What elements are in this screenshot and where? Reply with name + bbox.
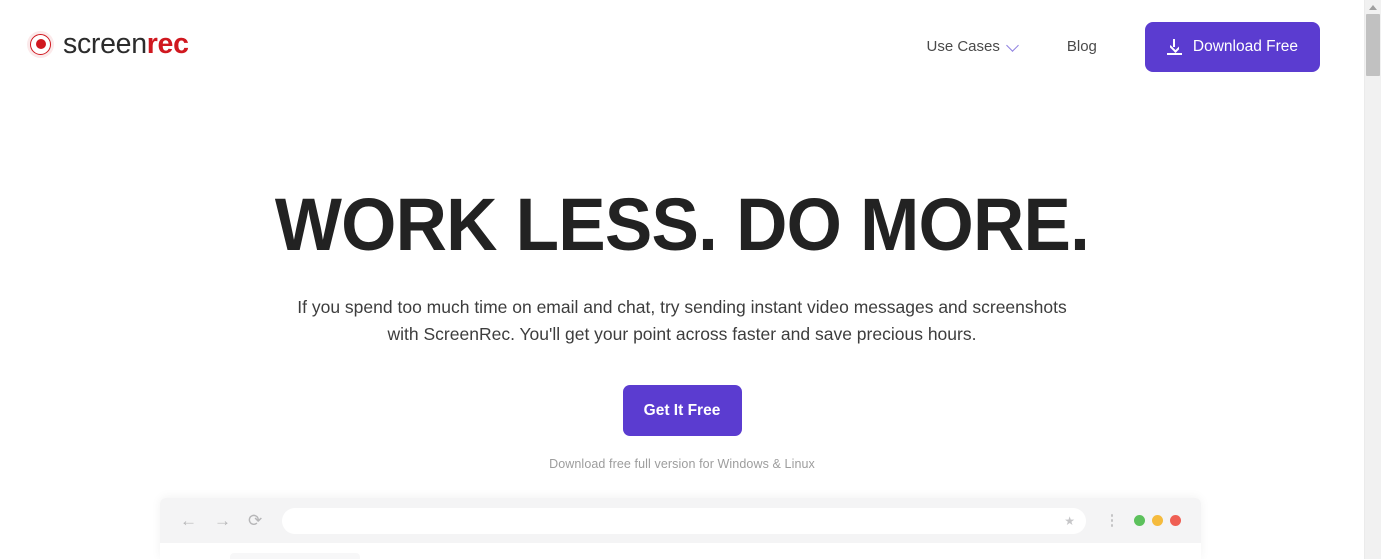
- browser-nav-icons: ← → ⟳: [180, 512, 262, 529]
- chevron-down-icon: [1008, 40, 1019, 51]
- arrow-left-icon[interactable]: ←: [180, 512, 197, 529]
- main-navigation: Use Cases Blog Download Free: [903, 22, 1320, 72]
- get-it-free-button[interactable]: Get It Free: [622, 385, 742, 436]
- browser-url-bar[interactable]: ★: [282, 507, 1086, 534]
- site-header: screenrec Use Cases Blog Download Free: [0, 0, 1364, 93]
- scroll-up-arrow-icon[interactable]: [1365, 0, 1381, 14]
- nav-item-use-cases-label: Use Cases: [926, 38, 1000, 55]
- logo-text-screen: screen: [63, 28, 147, 60]
- page-title: WORK LESS. DO MORE.: [274, 183, 1090, 266]
- reload-icon[interactable]: ⟳: [248, 512, 262, 529]
- browser-mockup: ← → ⟳ ★: [160, 498, 1201, 559]
- vertical-scrollbar[interactable]: [1364, 0, 1381, 559]
- download-free-button[interactable]: Download Free: [1144, 22, 1320, 72]
- logo-wordmark: screenrec: [63, 30, 189, 59]
- record-circle-icon: [27, 30, 54, 58]
- page-viewport: screenrec Use Cases Blog Download Free W…: [0, 0, 1364, 559]
- hero-cta-group: Get It Free Download free full version f…: [0, 385, 1364, 471]
- window-dot-red[interactable]: [1170, 515, 1181, 526]
- download-free-button-label: Download Free: [1192, 38, 1298, 55]
- vertical-scroll-thumb[interactable]: [1366, 14, 1380, 76]
- site-logo[interactable]: screenrec: [27, 30, 189, 59]
- hero-subtitle: If you spend too much time on email and …: [297, 297, 1067, 344]
- window-dot-yellow[interactable]: [1152, 515, 1163, 526]
- browser-toolbar: ← → ⟳ ★: [160, 498, 1201, 543]
- logo-text-rec: rec: [146, 28, 189, 60]
- nav-item-blog-label: Blog: [1066, 38, 1097, 55]
- window-control-dots: [1134, 515, 1185, 526]
- window-dot-green[interactable]: [1134, 515, 1145, 526]
- hero-section: WORK LESS. DO MORE. If you spend too muc…: [0, 93, 1364, 472]
- download-icon: [1166, 39, 1182, 55]
- nav-item-use-cases[interactable]: Use Cases: [903, 22, 1043, 72]
- star-icon[interactable]: ★: [1064, 515, 1075, 527]
- content-placeholder-bar: [230, 553, 360, 559]
- kebab-menu-icon[interactable]: [1102, 511, 1122, 531]
- cta-note: Download free full version for Windows &…: [549, 457, 815, 471]
- nav-item-blog[interactable]: Blog: [1043, 22, 1121, 72]
- arrow-right-icon[interactable]: →: [214, 512, 231, 529]
- browser-content-area: [160, 543, 1201, 559]
